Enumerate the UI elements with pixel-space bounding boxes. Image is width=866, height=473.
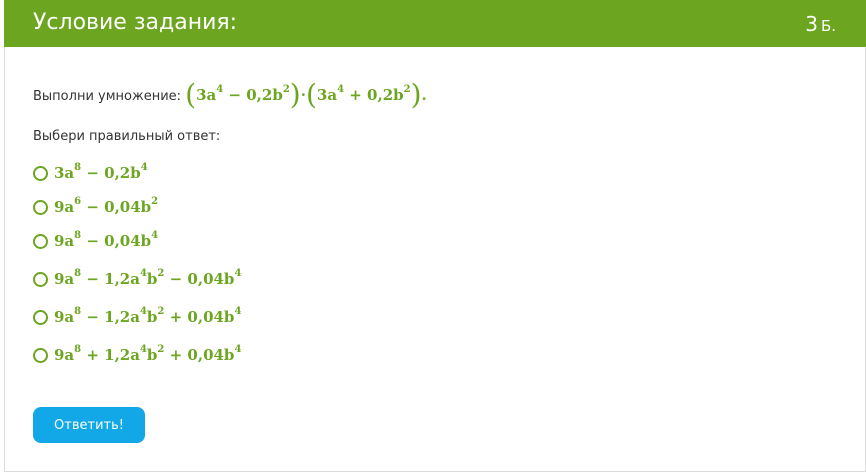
submit-answer-button[interactable]: Ответить! (33, 407, 145, 443)
exponent: 4 (139, 268, 147, 279)
exponent: 4 (151, 230, 159, 241)
term: 9a (54, 308, 75, 326)
factor1-mid: − 0,2b (223, 86, 283, 104)
score-unit: Б. (820, 17, 836, 35)
exponent: 8 (74, 162, 82, 173)
answer-option[interactable]: 9a8 − 1,2a4b2 − 0,04b4 (33, 267, 241, 291)
exponent: 6 (74, 196, 82, 207)
exponent: 8 (74, 230, 82, 241)
option-expression: 9a8 − 1,2a4b2 + 0,04b4 (54, 306, 242, 326)
term: 9a (54, 346, 75, 364)
term: b (146, 270, 158, 288)
option-expression: 3a8 − 0,2b4 (54, 162, 148, 182)
exponent: 2 (157, 306, 165, 317)
option-expression: 9a8 − 0,04b4 (54, 230, 159, 250)
term: − 0,04b (81, 232, 152, 250)
answer-prompt: Выбери правильный ответ: (33, 129, 221, 144)
term: − 1,2a (81, 308, 140, 326)
factor2-exp2: 2 (403, 84, 411, 95)
score-badge: 3 Б. (805, 11, 836, 39)
task-expression: (3a4 − 0,2b2)·(3a4 + 0,2b2). (185, 78, 427, 111)
radio-button[interactable] (33, 347, 48, 363)
exponent: 2 (151, 196, 159, 207)
exponent: 4 (234, 344, 242, 355)
answer-option[interactable]: 9a6 − 0,04b2 (33, 195, 158, 219)
exponent: 4 (139, 306, 147, 317)
term: − 1,2a (81, 270, 140, 288)
paren-open-2: ( (305, 78, 317, 111)
task-statement: Выполни умножение: (3a4 − 0,2b2)·(3a4 + … (33, 75, 427, 114)
paren-close-2: ) (410, 78, 422, 111)
score-value: 3 (805, 12, 818, 36)
exponent: 8 (74, 344, 82, 355)
term: + 0,04b (164, 346, 235, 364)
exponent: 4 (234, 306, 242, 317)
task-instruction: Выполни умножение: (33, 89, 182, 104)
factor2-mid: + 0,2b (344, 86, 404, 104)
exponent: 4 (234, 268, 242, 279)
answer-option[interactable]: 9a8 − 1,2a4b2 + 0,04b4 (33, 305, 241, 329)
task-header: Условие задания: 3 Б. (4, 0, 866, 47)
exponent: 4 (140, 162, 148, 173)
option-expression: 9a6 − 0,04b2 (54, 196, 159, 216)
answer-option[interactable]: 3a8 − 0,2b4 (33, 161, 148, 185)
radio-button[interactable] (33, 165, 48, 181)
term: 9a (54, 198, 75, 216)
radio-button[interactable] (33, 271, 48, 287)
factor1-exp2: 2 (282, 84, 290, 95)
term: 9a (54, 270, 75, 288)
header-title: Условие задания: (33, 10, 238, 35)
term: + 1,2a (81, 346, 140, 364)
expression-end: . (421, 86, 427, 104)
exponent: 4 (139, 344, 147, 355)
factor2-pre: 3a (316, 86, 338, 104)
exponent: 2 (157, 268, 165, 279)
term: 9a (54, 232, 75, 250)
factor2-exp1: 4 (337, 84, 345, 95)
term: − 0,04b (164, 270, 235, 288)
term: b (146, 308, 158, 326)
answer-option[interactable]: 9a8 + 1,2a4b2 + 0,04b4 (33, 343, 241, 367)
radio-button[interactable] (33, 199, 48, 215)
radio-button[interactable] (33, 309, 48, 325)
exponent: 8 (74, 306, 82, 317)
term: + 0,04b (164, 308, 235, 326)
factor1-pre: 3a (196, 86, 217, 104)
term: − 0,04b (81, 198, 152, 216)
term: 3a (54, 164, 75, 182)
term: b (146, 346, 158, 364)
paren-close-1: ) (289, 78, 301, 111)
option-expression: 9a8 + 1,2a4b2 + 0,04b4 (54, 344, 242, 364)
term: − 0,2b (81, 164, 141, 182)
exponent: 8 (74, 268, 82, 279)
answer-option[interactable]: 9a8 − 0,04b4 (33, 229, 158, 253)
option-expression: 9a8 − 1,2a4b2 − 0,04b4 (54, 268, 242, 288)
paren-open-1: ( (185, 78, 197, 111)
factor1-exp1: 4 (216, 84, 224, 95)
radio-button[interactable] (33, 233, 48, 249)
exponent: 2 (157, 344, 165, 355)
